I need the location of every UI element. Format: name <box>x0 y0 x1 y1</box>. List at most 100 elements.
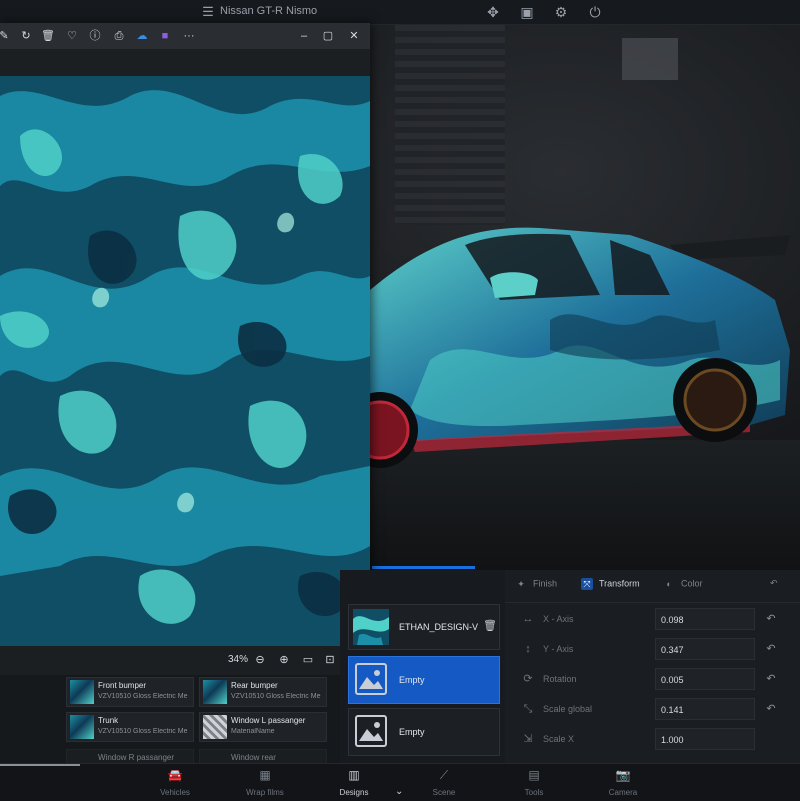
property-row-y-axis: ↕ Y - Axis 0.347 ↶ <box>505 634 800 664</box>
tab-transform[interactable]: ⤧ Transform <box>581 578 640 590</box>
design-pattern-image <box>0 76 370 646</box>
design-thumbnail <box>203 680 227 704</box>
minimize-icon[interactable]: – <box>296 28 312 44</box>
property-row-x-axis: ↔ X - Axis 0.098 ↶ <box>505 604 800 634</box>
car-icon: 🚘 <box>167 768 183 782</box>
design-thumbnail <box>70 680 94 704</box>
list-item[interactable]: Trunk VZV10510 Gloss Electric Me <box>66 712 194 742</box>
move-icon[interactable]: ✥ <box>484 3 502 21</box>
camera-icon: 📷 <box>615 768 631 782</box>
viewer-status-bar: 34% ⊖ ⊕ ▭ ⊡ ⤢ <box>0 646 370 675</box>
image-viewer-window[interactable]: ✎ ↻ 🗑 ♡ ⓘ ⎙ ☁ ■ ··· – ▢ ✕ 34% ⊖ ⊕ ▭ ⊡ <box>0 23 370 675</box>
property-label: Scale X <box>543 734 575 744</box>
nav-label: Vehicles <box>160 788 190 797</box>
close-icon[interactable]: ✕ <box>346 28 362 44</box>
reset-icon[interactable]: ↶ <box>763 701 779 717</box>
power-icon[interactable]: ⏻ <box>586 3 604 21</box>
list-item[interactable]: Rear bumper VZV10510 Gloss Electric Me <box>199 677 327 707</box>
horizontal-arrows-icon: ↔ <box>522 613 534 625</box>
part-name: Window L passanger <box>231 716 306 725</box>
x-axis-field[interactable]: 0.098 <box>655 608 755 630</box>
viewer-toolbar: ✎ ↻ 🗑 ♡ ⓘ ⎙ ☁ ■ ··· – ▢ ✕ <box>0 23 370 49</box>
app-icon[interactable]: ■ <box>157 28 173 44</box>
maximize-icon[interactable]: ▢ <box>320 28 336 44</box>
tab-label: Color <box>681 578 703 589</box>
delete-icon[interactable]: 🗑 <box>40 28 56 44</box>
info-icon[interactable]: ⓘ <box>87 28 103 44</box>
print-icon[interactable]: ⎙ <box>111 28 127 44</box>
garage-door <box>395 25 505 225</box>
finish-icon: ✦ <box>517 579 525 589</box>
list-item[interactable]: Window L passanger MaterialName <box>199 712 327 742</box>
nav-scene[interactable]: ⟋ Scene <box>404 768 484 797</box>
vehicle-title: Nissan GT-R Nismo <box>220 5 318 17</box>
part-name: Front bumper <box>98 681 147 690</box>
nav-label: Camera <box>608 788 638 797</box>
y-axis-field[interactable]: 0.347 <box>655 638 755 660</box>
nav-camera[interactable]: 📷 Camera <box>583 768 663 797</box>
property-label: Rotation <box>543 674 577 684</box>
trash-icon[interactable]: 🗑 <box>483 619 497 632</box>
nav-label: Scene <box>432 788 456 797</box>
heart-icon[interactable]: ♡ <box>64 28 80 44</box>
reset-icon[interactable]: ↶ <box>763 641 779 657</box>
nav-tools[interactable]: ▤ Tools <box>494 768 574 797</box>
scale-x-field[interactable]: 1.000 <box>655 728 755 750</box>
nav-wrap-films[interactable]: ▦ Wrap films <box>225 768 305 797</box>
rotate-icon: ⟳ <box>523 673 533 685</box>
zoom-level: 34% <box>228 654 249 665</box>
car-model[interactable] <box>370 200 800 500</box>
designs-icon: ▥ <box>348 768 360 782</box>
layer-name: Empty <box>399 727 425 737</box>
reset-icon[interactable]: ↶ <box>763 611 779 627</box>
nav-designs[interactable]: ▥ Designs <box>314 768 394 797</box>
vertical-arrows-icon: ↕ <box>525 643 531 655</box>
actual-size-icon[interactable]: ⊡ <box>322 652 338 668</box>
layer-name: Empty <box>399 675 425 685</box>
layer-item[interactable]: ETHAN_DESIGN-V 🗑 <box>348 604 500 650</box>
property-label: Y - Axis <box>543 644 574 654</box>
layer-item[interactable]: Empty <box>348 656 500 704</box>
scale-global-field[interactable]: 0.141 <box>655 698 755 720</box>
more-icon[interactable]: ··· <box>181 28 197 44</box>
zoom-in-icon[interactable]: ⊕ <box>276 652 292 668</box>
layer-item[interactable]: Empty <box>348 708 500 756</box>
part-name: Window R passanger <box>98 753 175 762</box>
part-material: VZV10510 Gloss Electric Me <box>98 728 188 735</box>
design-thumbnail <box>353 609 389 645</box>
image-placeholder-icon <box>355 663 387 695</box>
property-row-rotation: ⟳ Rotation 0.005 ↶ <box>505 664 800 694</box>
reset-icon[interactable]: ↶ <box>763 671 779 687</box>
gear-icon[interactable]: ⚙ <box>552 3 570 21</box>
material-thumbnail <box>203 715 227 739</box>
list-item[interactable]: Front bumper VZV10510 Gloss Electric Me <box>66 677 194 707</box>
zoom-out-icon[interactable]: ⊖ <box>252 652 268 668</box>
nav-label: Tools <box>524 788 544 797</box>
top-bar: ☰ Nissan GT-R Nismo ✥ ▣ ⚙ ⏻ <box>0 0 800 25</box>
design-thumbnail <box>70 715 94 739</box>
property-row-scale-global: ⤡ Scale global 0.141 ↶ <box>505 694 800 724</box>
edit-icon[interactable]: ✎ <box>0 28 12 44</box>
bottom-navigation: 🚘 Vehicles ▦ Wrap films ▥ Designs ⟋ Scen… <box>0 763 800 801</box>
rotate-icon[interactable]: ↻ <box>18 28 34 44</box>
part-name: Window rear <box>231 753 276 762</box>
tab-label: Finish <box>533 578 558 589</box>
design-parts-list: Front bumper VZV10510 Gloss Electric Me … <box>0 675 340 765</box>
palette-icon: ◐ <box>666 579 672 589</box>
rotation-field[interactable]: 0.005 <box>655 668 755 690</box>
tab-color[interactable]: ◐ Color <box>663 578 703 590</box>
chevron-down-icon[interactable]: ⌄ <box>395 786 403 797</box>
nav-vehicles[interactable]: 🚘 Vehicles <box>135 768 215 797</box>
viewport-progress <box>372 566 475 569</box>
film-icon: ▦ <box>259 768 271 782</box>
undo-icon[interactable]: ↶ <box>770 578 778 589</box>
nav-scroll-indicator <box>0 764 80 766</box>
fit-icon[interactable]: ▭ <box>300 652 316 668</box>
image-placeholder-icon <box>355 715 387 747</box>
part-material: MaterialName <box>231 728 275 735</box>
properties-panel: ✦ Finish ⤧ Transform ◐ Color ↶ ↔ X - Axis 0… <box>505 570 800 763</box>
save-icon[interactable]: ▣ <box>518 3 536 21</box>
menu-icon[interactable]: ☰ <box>200 4 216 20</box>
cloud-icon[interactable]: ☁ <box>134 28 150 44</box>
tab-finish[interactable]: ✦ Finish <box>515 578 557 590</box>
